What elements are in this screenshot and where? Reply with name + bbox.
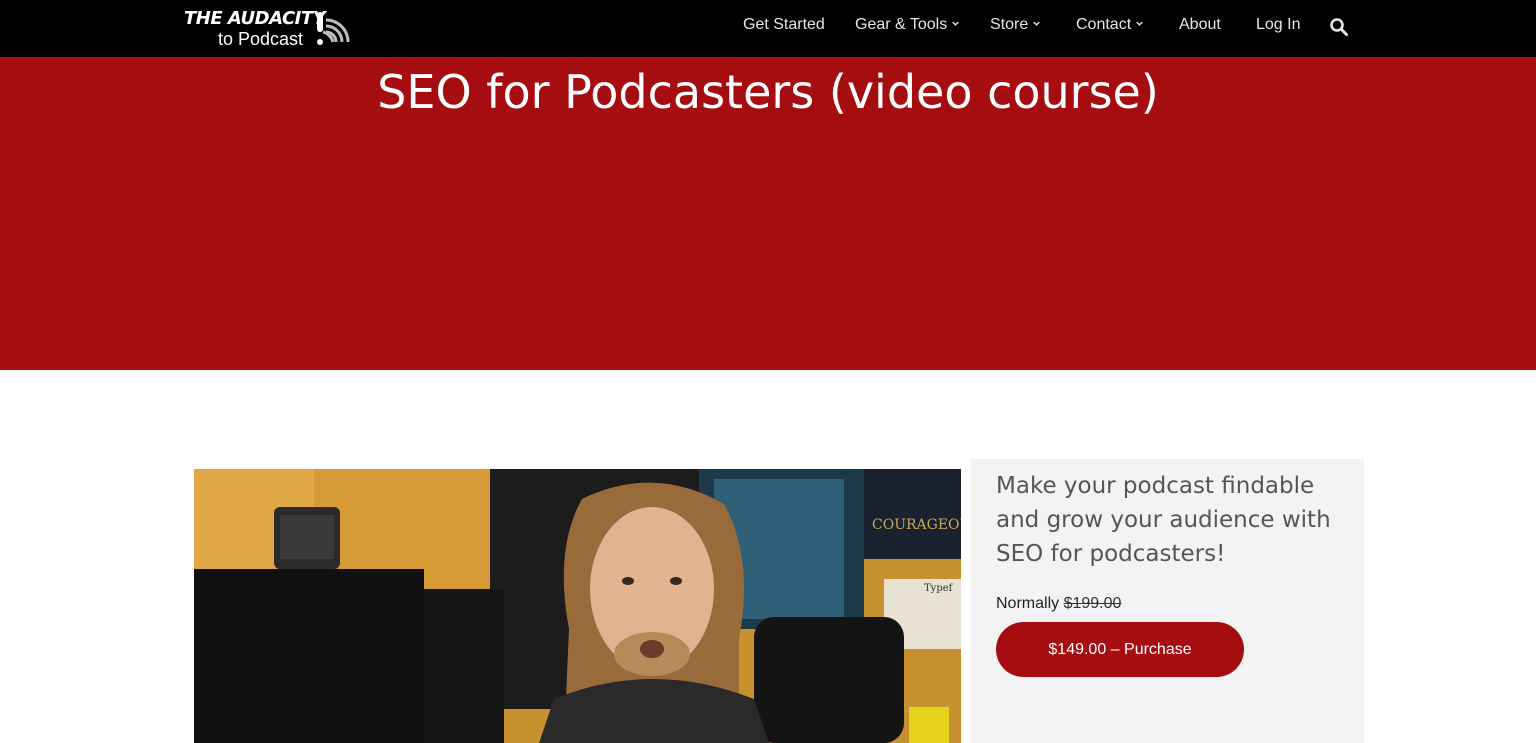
- top-navbar: THE AUDACITY to Podcast Get Started Gear…: [0, 0, 1536, 57]
- old-price: $199.00: [1063, 595, 1122, 612]
- nav-item-log-in[interactable]: Log In: [1256, 16, 1300, 34]
- nav-item-label: Get Started: [743, 16, 825, 33]
- chevron-down-icon: [1136, 21, 1143, 26]
- nav-item-label: About: [1179, 16, 1221, 33]
- regular-price: Normally $199.00: [996, 595, 1121, 613]
- microphone-broadcast-icon: [317, 12, 350, 45]
- chevron-down-icon: [1033, 21, 1041, 26]
- chevron-down-icon: [952, 21, 959, 26]
- hero-banner: SEO for Podcasters (video course): [0, 57, 1536, 370]
- nav-item-label: Store: [990, 16, 1029, 33]
- nav-item-contact[interactable]: Contact: [1076, 16, 1143, 34]
- video-thumbnail: COURAGEOU Typef: [194, 469, 961, 743]
- product-pitch-heading: Make your podcast findable and grow your…: [996, 473, 1331, 567]
- purchase-panel: Make your podcast findable and grow your…: [971, 459, 1364, 743]
- nav-item-label: Contact: [1076, 16, 1132, 33]
- purchase-button[interactable]: $149.00 – Purchase: [996, 622, 1244, 677]
- nav-item-store[interactable]: Store: [990, 16, 1041, 34]
- logo-title: THE AUDACITY: [184, 8, 326, 29]
- regular-price-label: Normally: [996, 595, 1060, 612]
- svg-text:COURAGEOU: COURAGEOU: [872, 517, 961, 533]
- nav-item-about[interactable]: About: [1179, 16, 1221, 34]
- nav-item-label: Log In: [1256, 16, 1301, 33]
- nav-item-get-started[interactable]: Get Started: [743, 16, 825, 34]
- page-title: SEO for Podcasters (video course): [377, 65, 1159, 119]
- logo-subtitle: to Podcast: [218, 29, 304, 49]
- svg-text:Typef: Typef: [924, 583, 954, 594]
- nav-item-gear-tools[interactable]: Gear & Tools: [855, 16, 959, 34]
- site-logo[interactable]: THE AUDACITY to Podcast: [184, 8, 356, 50]
- nav-item-label: Gear & Tools: [855, 16, 948, 33]
- search-icon[interactable]: [1329, 17, 1349, 37]
- course-video-player[interactable]: COURAGEOU Typef: [194, 469, 961, 743]
